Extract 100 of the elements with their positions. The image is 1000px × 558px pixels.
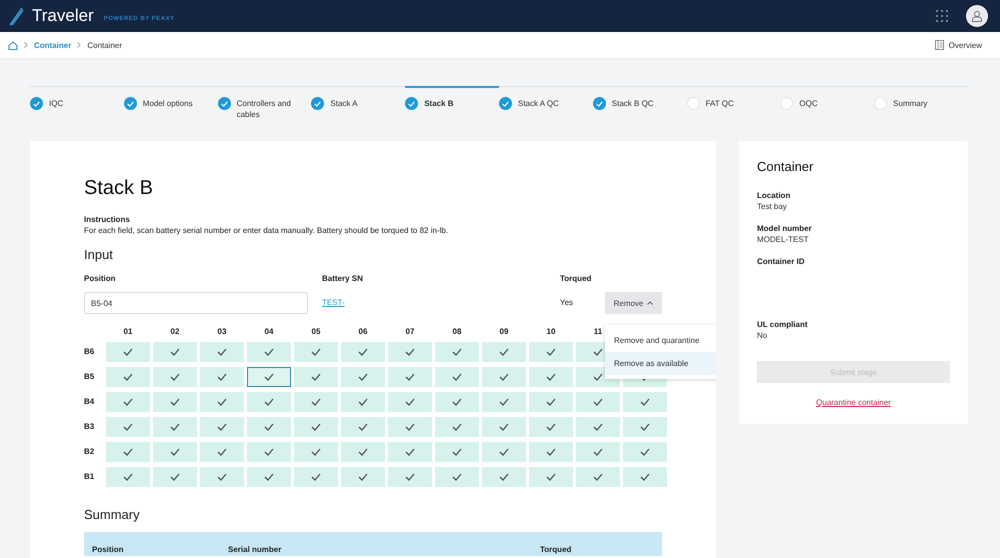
battery-slot[interactable] [153, 367, 197, 387]
battery-slot[interactable] [106, 417, 150, 437]
row-label: B4 [84, 396, 96, 408]
menu-item[interactable]: Remove as available [605, 352, 716, 375]
user-avatar[interactable] [966, 5, 988, 27]
field-label: UL compliant [757, 320, 809, 329]
field-label: Battery SN [322, 274, 364, 283]
battery-slot[interactable] [388, 367, 432, 387]
battery-slot[interactable] [200, 417, 244, 437]
battery-slot[interactable] [247, 367, 291, 387]
column-header: Serial number [228, 545, 282, 556]
battery-slot[interactable] [529, 367, 573, 387]
step-tab[interactable]: Stack B QC [592, 86, 687, 120]
position-field[interactable]: B5-04 [84, 292, 308, 314]
battery-slot[interactable] [529, 442, 573, 462]
battery-slot[interactable] [388, 392, 432, 412]
step-tab[interactable]: Summary [874, 86, 968, 120]
battery-slot[interactable] [341, 342, 385, 362]
battery-slot[interactable] [388, 342, 432, 362]
overview-button[interactable]: Overview [934, 40, 982, 50]
step-tab[interactable]: Model options [124, 86, 218, 120]
battery-slot[interactable] [529, 392, 573, 412]
battery-slot[interactable] [106, 342, 150, 362]
battery-slot[interactable] [153, 467, 197, 487]
menu-item[interactable]: Remove and quarantine [605, 329, 716, 352]
battery-slot[interactable] [388, 417, 432, 437]
battery-slot[interactable] [482, 417, 526, 437]
column-header: 09 [498, 327, 510, 337]
battery-slot[interactable] [200, 467, 244, 487]
battery-slot[interactable] [247, 342, 291, 362]
battery-slot[interactable] [153, 442, 197, 462]
remove-button[interactable]: Remove [605, 292, 662, 314]
breadcrumb-link[interactable]: Container [34, 40, 72, 50]
battery-slot[interactable] [247, 392, 291, 412]
battery-slot[interactable] [435, 367, 479, 387]
battery-slot[interactable] [482, 342, 526, 362]
battery-slot[interactable] [247, 442, 291, 462]
battery-slot[interactable] [388, 467, 432, 487]
battery-slot[interactable] [294, 342, 338, 362]
apps-grid-icon[interactable] [936, 10, 948, 22]
battery-slot[interactable] [200, 342, 244, 362]
row-label: B3 [84, 421, 96, 433]
battery-slot[interactable] [341, 367, 385, 387]
battery-slot[interactable] [435, 392, 479, 412]
battery-slot[interactable] [529, 417, 573, 437]
step-tab[interactable]: FAT QC [686, 86, 780, 120]
battery-slot[interactable] [576, 442, 620, 462]
battery-slot[interactable] [106, 442, 150, 462]
battery-slot[interactable] [482, 467, 526, 487]
battery-slot[interactable] [294, 417, 338, 437]
battery-slot[interactable] [153, 417, 197, 437]
battery-slot[interactable] [294, 467, 338, 487]
home-icon[interactable] [8, 40, 18, 50]
battery-slot[interactable] [623, 467, 667, 487]
battery-slot[interactable] [341, 442, 385, 462]
battery-slot[interactable] [482, 442, 526, 462]
battery-slot[interactable] [435, 467, 479, 487]
step-tab[interactable]: OQC [780, 86, 874, 120]
battery-slot[interactable] [341, 392, 385, 412]
battery-slot[interactable] [200, 392, 244, 412]
battery-slot[interactable] [106, 392, 150, 412]
battery-slot[interactable] [529, 467, 573, 487]
battery-slot[interactable] [435, 442, 479, 462]
step-tab[interactable]: Stack B [405, 86, 499, 120]
battery-slot[interactable] [576, 467, 620, 487]
battery-slot[interactable] [341, 467, 385, 487]
column-header: 04 [264, 327, 274, 337]
battery-slot[interactable] [576, 417, 620, 437]
battery-slot[interactable] [482, 367, 526, 387]
battery-slot[interactable] [576, 392, 620, 412]
column-header: 10 [546, 327, 556, 337]
battery-slot[interactable] [153, 392, 197, 412]
battery-slot[interactable] [200, 367, 244, 387]
battery-slot[interactable] [623, 392, 667, 412]
battery-slot[interactable] [153, 342, 197, 362]
battery-slot[interactable] [294, 392, 338, 412]
battery-slot[interactable] [482, 392, 526, 412]
step-tab[interactable]: Stack A [311, 86, 406, 120]
battery-slot[interactable] [247, 417, 291, 437]
battery-slot[interactable] [529, 342, 573, 362]
battery-slot[interactable] [341, 417, 385, 437]
step-tab[interactable]: Controllers and cables [218, 86, 312, 120]
column-header: Position [92, 545, 125, 556]
quarantine-link[interactable]: Quarantine container [757, 398, 950, 407]
battery-slot[interactable] [435, 417, 479, 437]
battery-slot[interactable] [247, 467, 291, 487]
battery-slot[interactable] [623, 442, 667, 462]
battery-slot[interactable] [106, 367, 150, 387]
battery-slot[interactable] [294, 442, 338, 462]
step-tab[interactable]: IQC [30, 86, 124, 120]
battery-slot[interactable] [435, 342, 479, 362]
battery-slot[interactable] [294, 367, 338, 387]
battery-slot[interactable] [106, 467, 150, 487]
field-value: Test bay [757, 202, 788, 211]
battery-slot[interactable] [623, 417, 667, 437]
battery-slot[interactable] [200, 442, 244, 462]
instructions-label: Instructions [84, 215, 131, 224]
step-tab[interactable]: Stack A QC [498, 86, 593, 120]
torqued-value: Yes [560, 298, 574, 307]
battery-slot[interactable] [388, 442, 432, 462]
